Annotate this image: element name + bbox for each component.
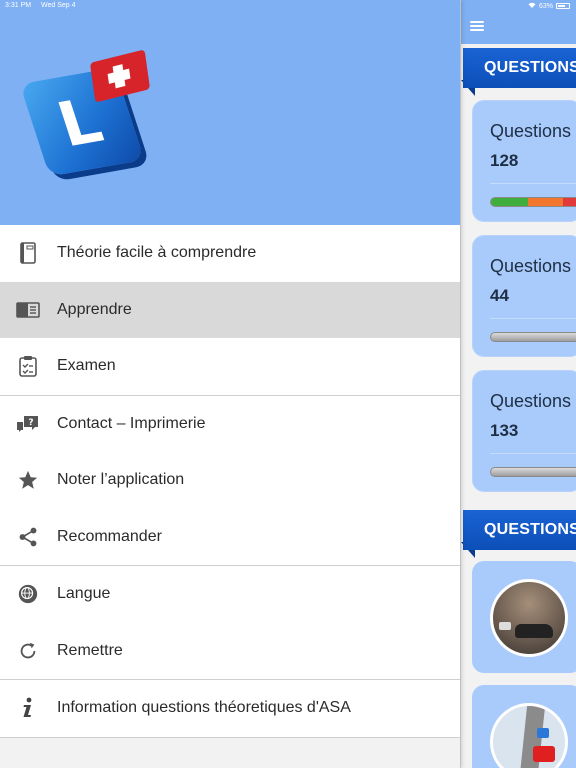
card-title: Questions <box>490 256 572 276</box>
menu-item-label: Apprendre <box>57 300 132 318</box>
menu-item-theorie[interactable]: Théorie facile à comprendre <box>0 225 460 282</box>
road-traffic-image <box>490 579 568 657</box>
image-category-card[interactable] <box>472 685 576 768</box>
divider <box>490 453 576 454</box>
menu-item-label: Langue <box>57 585 111 603</box>
menu-item-label: Recommander <box>57 527 162 545</box>
clipboard-check-icon <box>16 354 40 378</box>
section-title: QUESTIONS <box>463 510 576 550</box>
navigation-drawer: L Théorie facile à comprendre Apprendre … <box>0 0 460 768</box>
image-category-card[interactable] <box>472 561 576 673</box>
drawer-menu: Théorie facile à comprendre Apprendre Ex… <box>0 225 460 768</box>
card-title: Questions <box>490 391 572 411</box>
question-card[interactable]: Questions 133 <box>472 370 576 492</box>
section-banner-2: QUESTIONS <box>461 510 576 558</box>
info-icon <box>16 696 40 720</box>
wifi-icon <box>528 2 536 10</box>
menu-item-label: Examen <box>57 357 116 375</box>
share-icon <box>16 525 40 549</box>
card-title: Questions <box>490 121 572 141</box>
hamburger-menu-icon[interactable] <box>470 21 484 31</box>
divider <box>490 318 576 319</box>
menu-item-recommander[interactable]: Recommander <box>0 508 460 565</box>
globe-icon <box>16 582 40 606</box>
progress-bar <box>490 197 576 207</box>
chat-question-icon: ? <box>16 412 40 436</box>
svg-text:?: ? <box>28 418 33 428</box>
reset-icon <box>16 639 40 663</box>
progress-bar <box>490 467 576 477</box>
menu-item-information[interactable]: Information questions théoretiques d'ASA <box>0 680 460 737</box>
menu-item-apprendre[interactable]: Apprendre <box>0 281 460 338</box>
section-banner-1: QUESTIONS <box>461 48 576 96</box>
menu-item-remettre[interactable]: Remettre <box>0 622 460 679</box>
main-content: QUESTIONS Questions 128 Questions 44 Que… <box>460 0 576 768</box>
menu-item-examen[interactable]: Examen <box>0 338 460 395</box>
menu-item-label: Contact – Imprimerie <box>57 414 206 432</box>
divider <box>490 183 576 184</box>
card-count: 133 <box>490 421 519 440</box>
menu-item-label: Théorie facile à comprendre <box>57 244 257 262</box>
menu-item-label: Remettre <box>57 641 123 659</box>
question-card[interactable]: Questions 44 <box>472 235 576 357</box>
menu-item-noter[interactable]: Noter l’application <box>0 452 460 509</box>
book-icon <box>16 241 40 265</box>
status-time: 3:31 PM <box>5 2 32 9</box>
drawer-footer <box>0 737 460 768</box>
swiss-flag-icon <box>89 49 151 103</box>
drawer-header: L <box>0 0 460 225</box>
menu-item-langue[interactable]: Langue <box>0 566 460 623</box>
app-logo: L <box>19 49 156 177</box>
card-count: 128 <box>490 151 519 170</box>
star-icon <box>16 468 40 492</box>
status-bar: 3:31 PM Wed Sep 4 63% <box>0 0 576 12</box>
learn-book-icon <box>16 298 40 322</box>
menu-item-contact[interactable]: ? Contact – Imprimerie <box>0 395 460 452</box>
lane-change-image <box>490 703 568 768</box>
progress-bar <box>490 332 576 342</box>
status-date: Wed Sep 4 <box>41 2 76 9</box>
battery-icon <box>556 3 570 9</box>
menu-item-label: Noter l’application <box>57 471 185 489</box>
question-card[interactable]: Questions 128 <box>472 100 576 222</box>
battery-percent: 63% <box>538 2 553 10</box>
section-title: QUESTIONS <box>463 48 576 88</box>
card-count: 44 <box>490 286 509 305</box>
menu-item-label: Information questions théoretiques d'ASA <box>57 699 351 717</box>
